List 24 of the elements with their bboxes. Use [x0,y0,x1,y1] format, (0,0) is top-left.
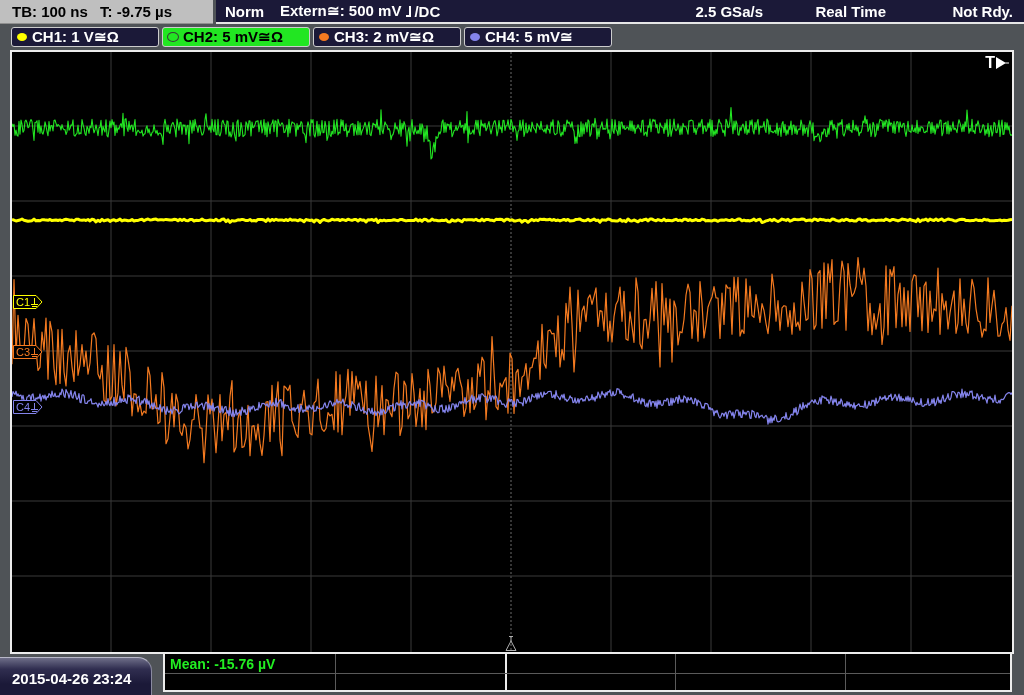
trigger-marker-label: T [985,55,995,71]
ground-icon [31,297,39,307]
offset-marker[interactable]: C1 [13,295,43,309]
channel-tab[interactable]: CH3: 2 mV≅Ω [313,27,461,47]
status-label: Not Rdy. [952,2,1013,20]
date-time-display: 2015-04-26 23:24 [0,657,152,695]
trigger-time-label: T: -9.75 µs [100,3,172,20]
ground-icon [31,402,39,412]
timebase-label: TB: 100 ns [12,3,89,20]
triangle-icon [996,57,1009,69]
channel-tab[interactable]: CH1: 1 V≅Ω [11,27,159,47]
trigger-mode-label: Norm [225,2,266,20]
triangle-marker-icon [505,636,517,651]
offset-marker[interactable]: C4 [13,400,43,414]
trigger-coupling-label: /DC [414,2,441,20]
channel-tab[interactable]: CH2: 5 mV≅Ω [162,27,310,47]
ground-icon [31,347,39,357]
rising-edge-icon [406,5,414,17]
offset-marker[interactable]: C3 [13,345,43,359]
channel-tab[interactable]: CH4: 5 mV≅ [464,27,612,47]
acquisition-mode-label: Real Time [815,2,888,20]
measurement-cell-text: Mean: -15.76 µV [169,654,277,673]
sample-rate-label: 2.5 GSa/s [695,2,764,20]
trigger-source-label: Extern≅: 500 mV [280,2,402,20]
